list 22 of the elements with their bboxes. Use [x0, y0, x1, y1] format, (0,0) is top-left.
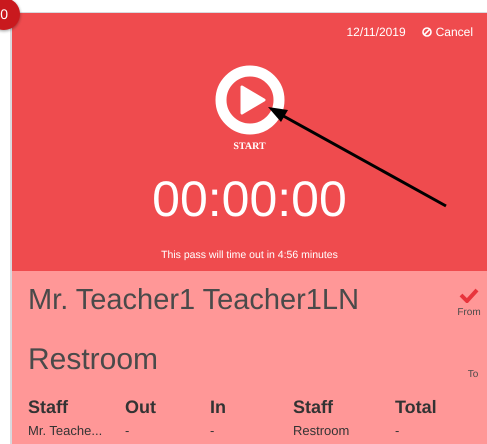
pass-destination: Restroom	[28, 342, 160, 378]
column-header: In	[210, 396, 227, 419]
table-cell-text: -	[395, 422, 400, 440]
column-header: Staff	[28, 396, 69, 419]
pass-date: 12/11/2019	[346, 24, 406, 41]
cancel-button[interactable]: Cancel	[422, 23, 473, 41]
student-name: Mr. Teacher1 Teacher1LN	[28, 283, 360, 318]
table-cell-text: -	[125, 422, 130, 440]
timeout-notice: This pass will time out in 4:56 minutes	[160, 248, 339, 263]
cancel-icon	[422, 27, 432, 37]
table-cell-text: Mr. Teache...	[28, 422, 104, 440]
play-button[interactable]	[214, 65, 284, 135]
table-cell-text: -	[210, 422, 216, 440]
column-header: Total	[395, 396, 438, 419]
to-label: To	[468, 368, 478, 382]
start-label: START	[232, 140, 267, 154]
from-label: From	[457, 306, 481, 320]
column-header: Staff	[293, 396, 334, 419]
column-header: Out	[125, 396, 157, 419]
timer-display: 00:00:00	[151, 174, 348, 224]
table-cell-text: Restroom	[293, 422, 350, 440]
count-badge: 0	[0, 0, 20, 30]
